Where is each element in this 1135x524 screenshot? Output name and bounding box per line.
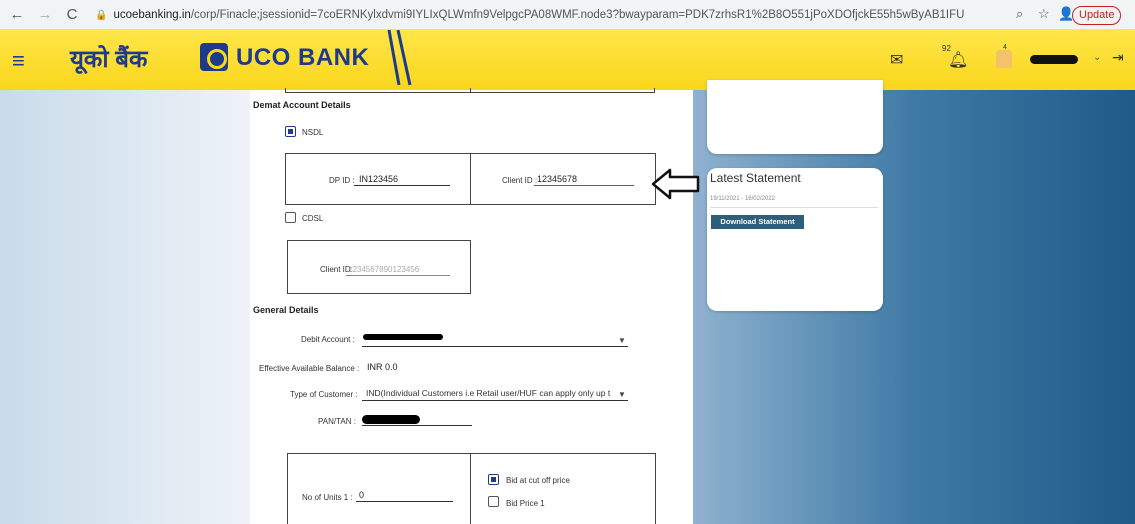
address-bar[interactable]: 🔒 ucoebanking.in/corp/Finacle;jsessionid… (95, 5, 965, 25)
dp-id-underline (354, 185, 450, 186)
bid-price-radio[interactable] (488, 496, 499, 507)
nsdl-label: NSDL (302, 128, 324, 137)
pan-redacted (362, 415, 420, 424)
forward-icon[interactable]: → (34, 6, 56, 23)
chevron-down-icon[interactable]: ⌄ (1093, 52, 1101, 63)
logo-text: UCO BANK (236, 44, 370, 71)
balance-value: INR 0.0 (367, 362, 398, 372)
cdsl-radio[interactable] (285, 212, 296, 223)
cdsl-client-id-input[interactable]: 1234567890123456 (348, 265, 419, 274)
zoom-icon[interactable]: ⌕ (1016, 6, 1023, 22)
logo-stripes-icon (387, 30, 412, 86)
units-input[interactable]: 0 (359, 490, 364, 500)
top-widget-card (707, 80, 883, 154)
customer-type-select[interactable]: IND(Individual Customers i.e Retail user… (366, 388, 618, 398)
client-id-input[interactable]: 12345678 (537, 174, 577, 184)
bank-logo-icon (200, 43, 228, 71)
logo-hindi: यूको बैंक (70, 46, 148, 73)
customer-type-underline (362, 400, 628, 401)
bell-icon[interactable]: 🔔︎ (948, 50, 968, 70)
username-redacted (1030, 55, 1078, 64)
statement-from-date: 19/11/2021 (710, 196, 740, 202)
cdsl-label: CDSL (302, 214, 324, 223)
dp-id-label: DP ID : (329, 176, 355, 185)
debit-account-label: Debit Account : (301, 335, 355, 344)
cdsl-client-id-underline (346, 275, 450, 276)
pan-underline[interactable] (362, 425, 472, 426)
bid-price-label: Bid Price 1 (506, 499, 545, 508)
url-path: /corp/Finacle;jsessionid=7coERNKylxdvmi9… (190, 9, 965, 21)
units-underline (356, 501, 453, 502)
debit-account-dropdown-icon[interactable]: ▼ (618, 336, 626, 345)
customer-type-label: Type of Customer : (290, 390, 358, 399)
logout-icon[interactable]: ⇥ (1112, 49, 1124, 66)
mail-icon[interactable]: ✉ (890, 50, 903, 70)
download-statement-button[interactable]: Download Statement (711, 215, 804, 229)
statement-divider (710, 207, 878, 208)
reload-icon[interactable]: C (61, 6, 83, 23)
dp-id-input[interactable]: IN123456 (359, 174, 398, 184)
balance-label: Effective Available Balance : (259, 364, 360, 373)
statement-date-sep: - (741, 196, 744, 202)
statement-date-range: 19/11/2021 - 16/02/2022 (710, 196, 775, 202)
nsdl-radio[interactable] (285, 126, 296, 137)
pan-label: PAN/TAN : (318, 417, 356, 426)
lock-icon: 🔒 (95, 9, 108, 21)
star-icon[interactable]: ☆ (1038, 6, 1050, 22)
cutoff-label: Bid at cut off price (506, 476, 570, 485)
general-section-title: General Details (253, 305, 319, 315)
latest-statement-card (707, 168, 883, 311)
latest-statement-title: Latest Statement (710, 171, 801, 185)
annotation-arrow-icon (651, 168, 700, 200)
nsdl-box-divider (470, 153, 471, 205)
customer-type-dropdown-icon[interactable]: ▼ (618, 390, 626, 399)
left-background (0, 90, 250, 524)
app-header: ≡ यूको बैंक UCO BANK ✉ 92 🔔︎ 4 ⌄ ⇥ (0, 30, 1135, 90)
avatar[interactable] (996, 50, 1012, 68)
update-button[interactable]: Update (1072, 6, 1122, 25)
form-panel: Demat Account Details NSDL DP ID : IN123… (250, 88, 693, 524)
top-box-divider (470, 88, 471, 93)
menu-icon[interactable]: ≡ (12, 48, 25, 74)
bid-box (287, 453, 656, 524)
demat-section-title: Demat Account Details (253, 100, 351, 110)
client-id-underline (534, 185, 634, 186)
debit-account-underline[interactable] (362, 346, 628, 347)
statement-to-date: 16/02/2022 (744, 196, 775, 202)
debit-account-redacted (363, 334, 443, 340)
client-id-label: Client ID : (502, 176, 538, 185)
back-icon[interactable]: ← (6, 6, 28, 23)
units-label: No of Units 1 : (302, 493, 353, 502)
bid-box-divider (470, 453, 471, 524)
cutoff-radio[interactable] (488, 474, 499, 485)
browser-toolbar: ← → C 🔒 ucoebanking.in/corp/Finacle;jses… (0, 0, 1135, 30)
url-host: ucoebanking.in (113, 9, 191, 21)
